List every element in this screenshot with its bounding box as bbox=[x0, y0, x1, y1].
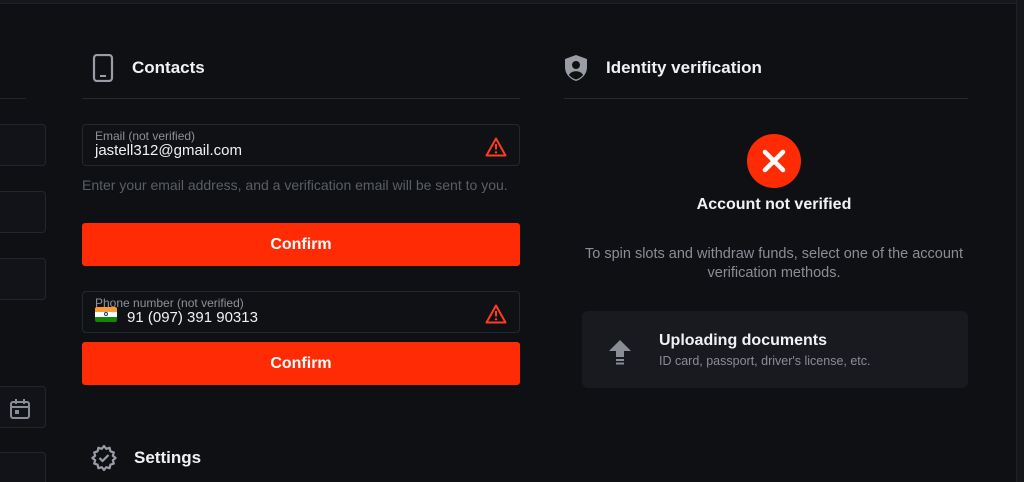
confirm-email-button[interactable]: Confirm bbox=[82, 223, 520, 266]
upload-title: Uploading documents bbox=[659, 332, 827, 349]
confirm-phone-button[interactable]: Confirm bbox=[82, 342, 520, 385]
shield-user-icon bbox=[565, 55, 587, 81]
left-input-5[interactable] bbox=[0, 452, 46, 482]
india-flag-icon[interactable] bbox=[95, 307, 117, 322]
identity-divider bbox=[564, 98, 968, 99]
identity-header: Identity verification bbox=[564, 54, 762, 82]
email-field[interactable]: Email (not verified) jastell312@gmail.co… bbox=[82, 124, 520, 166]
verification-status: Account not verified bbox=[696, 196, 852, 213]
email-value[interactable]: jastell312@gmail.com bbox=[95, 142, 242, 159]
contacts-header: Contacts bbox=[92, 54, 205, 82]
calendar-icon[interactable] bbox=[8, 397, 32, 421]
left-divider bbox=[0, 98, 26, 99]
phone-icon bbox=[92, 54, 114, 82]
phone-value[interactable]: 91 (097) 391 90313 bbox=[127, 309, 258, 326]
upload-documents-option[interactable]: Uploading documents ID card, passport, d… bbox=[582, 311, 968, 388]
email-label: Email (not verified) bbox=[95, 129, 196, 143]
settings-title: Settings bbox=[134, 448, 202, 467]
left-input-1[interactable] bbox=[0, 124, 46, 166]
upload-subtitle: ID card, passport, driver's license, etc… bbox=[659, 354, 871, 368]
left-input-2[interactable] bbox=[0, 191, 46, 233]
left-input-3[interactable] bbox=[0, 258, 46, 300]
scrollbar[interactable] bbox=[1016, 0, 1024, 482]
phone-label: Phone number (not verified) bbox=[95, 296, 244, 310]
left-column bbox=[0, 0, 48, 482]
settings-header: Settings bbox=[90, 444, 201, 472]
phone-field[interactable]: Phone number (not verified) 91 (097) 391… bbox=[82, 291, 520, 333]
upload-icon bbox=[609, 340, 631, 365]
error-x-icon bbox=[747, 134, 801, 188]
contacts-divider bbox=[82, 98, 520, 99]
warning-icon bbox=[485, 137, 507, 157]
identity-title: Identity verification bbox=[606, 58, 762, 77]
settings-gear-icon bbox=[91, 444, 117, 472]
email-hint: Enter your email address, and a verifica… bbox=[82, 177, 508, 193]
contacts-title: Contacts bbox=[132, 58, 205, 77]
top-border bbox=[0, 0, 1024, 4]
warning-icon bbox=[485, 304, 507, 324]
verification-description: To spin slots and withdraw funds, select… bbox=[584, 246, 964, 281]
